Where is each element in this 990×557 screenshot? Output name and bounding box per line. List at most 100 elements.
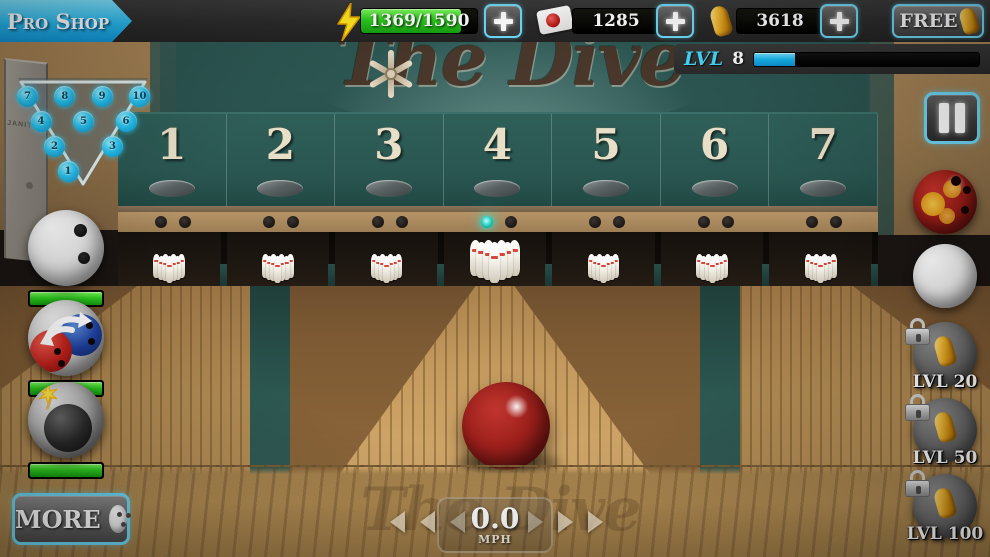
spark-icon bbox=[38, 384, 58, 404]
add-pins-button[interactable] bbox=[820, 4, 858, 38]
bowling-pin bbox=[817, 258, 825, 283]
lane-number-7: 7 bbox=[808, 120, 838, 169]
lane-panel-7[interactable]: 7 bbox=[769, 114, 878, 214]
tickets-meter: 1285 bbox=[572, 8, 660, 34]
lane-indicator-light bbox=[287, 216, 300, 228]
gold-pin-icon bbox=[708, 4, 734, 38]
lane-indicator-light bbox=[178, 216, 191, 228]
rack-pin-2[interactable]: 2 bbox=[44, 136, 65, 157]
level-label: LVL bbox=[684, 48, 724, 70]
pro-shop-button[interactable]: Pro Shop bbox=[0, 0, 132, 42]
ball-return-oval bbox=[800, 180, 847, 197]
pro-shop-label: Pro Shop bbox=[6, 8, 110, 34]
speed-indicator: 0.0 MPH bbox=[437, 497, 553, 553]
lane-indicator-light bbox=[372, 216, 385, 228]
lane-indicator-light bbox=[504, 216, 517, 228]
powerup-bomb-ball[interactable] bbox=[28, 382, 104, 479]
pin-rack-indicator: 7 8 9 10 4 5 6 2 3 1 bbox=[17, 78, 150, 188]
level-value: 8 bbox=[732, 49, 745, 69]
ball-return-oval bbox=[148, 180, 195, 197]
ball-return-oval bbox=[365, 180, 412, 197]
rack-pin-10[interactable]: 10 bbox=[129, 86, 150, 107]
rack-pin-1[interactable]: 1 bbox=[57, 161, 79, 182]
pin-deck-6 bbox=[660, 232, 764, 288]
gold-pin-icon bbox=[932, 486, 958, 520]
ball-return-oval bbox=[257, 180, 304, 197]
swap-arrows-icon bbox=[40, 312, 92, 346]
pin-deck-1 bbox=[118, 232, 221, 288]
bowling-pin bbox=[489, 246, 501, 283]
rack-pin-3[interactable]: 3 bbox=[102, 136, 123, 157]
gold-pin-icon bbox=[932, 334, 958, 368]
lane-indicator-light bbox=[263, 216, 276, 228]
bowling-pin bbox=[382, 258, 390, 283]
lane-indicator-light bbox=[806, 216, 819, 228]
rack-pin-6[interactable]: 6 bbox=[115, 111, 137, 132]
ball-select-red-floral[interactable] bbox=[913, 170, 977, 234]
lock-icon bbox=[905, 470, 930, 497]
aim-left-arrow-1[interactable] bbox=[390, 511, 405, 533]
tickets-value: 1285 bbox=[592, 11, 640, 31]
ball-return-oval bbox=[474, 180, 521, 197]
bowling-ball-icon bbox=[108, 505, 131, 533]
pause-bar-icon bbox=[939, 103, 949, 133]
lane-indicator-light bbox=[721, 216, 734, 228]
lane-indicator-light bbox=[830, 216, 843, 228]
level-progress-bar bbox=[753, 51, 980, 67]
lane-number-6: 6 bbox=[700, 120, 730, 169]
lane-panel-3[interactable]: 3 bbox=[335, 114, 444, 214]
bowling-pin bbox=[274, 258, 282, 283]
level-indicator: LVL 8 bbox=[674, 44, 990, 74]
speed-unit: MPH bbox=[478, 532, 512, 546]
pin-deck-5 bbox=[552, 232, 655, 288]
pin-deck-3 bbox=[335, 232, 438, 288]
active-lane-indicator bbox=[480, 216, 493, 228]
bowling-pin bbox=[165, 258, 173, 283]
more-button[interactable]: MORE bbox=[12, 493, 131, 545]
pause-button[interactable] bbox=[924, 92, 980, 144]
lane-panel-2[interactable]: 2 bbox=[227, 114, 336, 214]
ball-return-holes bbox=[118, 212, 878, 234]
lightning-bolt-icon bbox=[336, 3, 362, 41]
game-screen: JANITOR The Dive 1234567 The Dive 7 8 9 10 4… bbox=[0, 0, 990, 557]
lane-panel-6[interactable]: 6 bbox=[661, 114, 770, 214]
locked-ball-lvl-100-label: LVL 100 bbox=[906, 524, 984, 544]
powerup-white-ball[interactable] bbox=[28, 210, 104, 307]
level-progress-fill bbox=[754, 52, 795, 66]
masking-units: 1234567 bbox=[118, 112, 878, 214]
pins-meter: 3618 bbox=[736, 8, 824, 34]
pins-value: 3618 bbox=[756, 11, 804, 31]
lane-panel-4[interactable]: 4 bbox=[444, 114, 553, 214]
aim-right-arrow-3[interactable] bbox=[588, 511, 603, 533]
gold-pin-icon bbox=[957, 6, 980, 36]
bomb-ball-powerup-icon[interactable] bbox=[28, 382, 104, 458]
lane-number-3: 3 bbox=[374, 120, 404, 169]
gold-pin-icon bbox=[932, 410, 958, 444]
free-pins-button[interactable]: FREE bbox=[892, 4, 984, 38]
pin-deck-2 bbox=[226, 232, 330, 288]
energy-value: 1369/1590 bbox=[368, 11, 470, 31]
aim-left-arrow-2[interactable] bbox=[420, 511, 435, 533]
swap-ball-powerup-icon[interactable] bbox=[28, 300, 104, 376]
rack-pin-4[interactable]: 4 bbox=[30, 111, 52, 132]
lane-indicator-light bbox=[395, 216, 408, 228]
pin-deck-4 bbox=[443, 232, 547, 288]
bowling-pin bbox=[600, 258, 608, 283]
player-bowling-ball[interactable] bbox=[462, 382, 550, 470]
lane-indicator-light bbox=[613, 216, 626, 228]
rack-pin-5[interactable]: 5 bbox=[73, 111, 94, 132]
add-energy-button[interactable] bbox=[484, 4, 522, 38]
lock-icon bbox=[905, 318, 930, 345]
rack-pin-7[interactable]: 7 bbox=[17, 86, 38, 107]
pause-bar-icon bbox=[955, 103, 965, 133]
add-tickets-button[interactable] bbox=[656, 4, 694, 38]
white-ball-powerup-icon[interactable] bbox=[28, 210, 104, 286]
aim-right-arrow-2[interactable] bbox=[558, 511, 573, 533]
lane-panel-5[interactable]: 5 bbox=[552, 114, 661, 214]
ball-return-oval bbox=[691, 180, 738, 197]
powerup-meter-fill bbox=[30, 464, 102, 477]
sign-star-icon bbox=[365, 48, 417, 100]
ball-select-white[interactable] bbox=[913, 244, 977, 308]
powerup-meter bbox=[28, 462, 104, 479]
rack-pin-9[interactable]: 9 bbox=[91, 86, 113, 107]
